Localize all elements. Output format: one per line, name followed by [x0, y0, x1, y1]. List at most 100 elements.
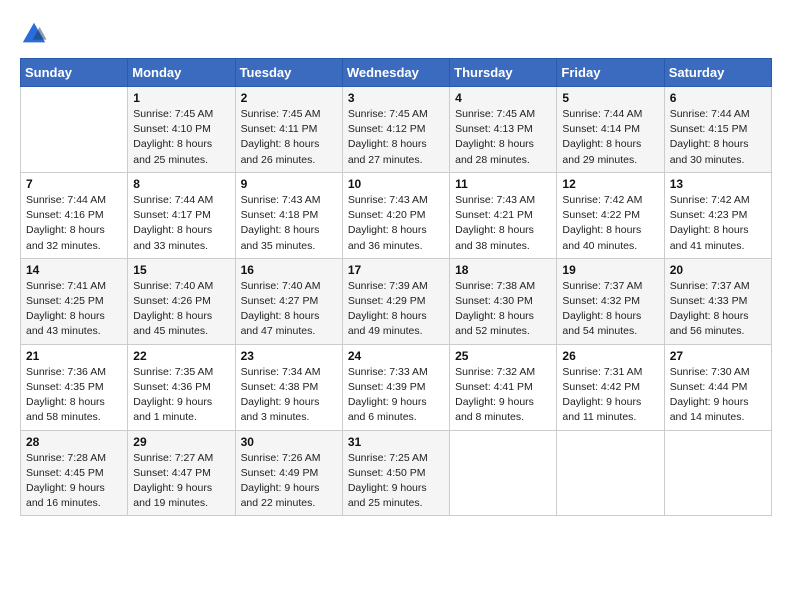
day-info: Sunrise: 7:40 AMSunset: 4:27 PMDaylight:… — [241, 279, 337, 340]
day-number: 30 — [241, 435, 337, 449]
day-info: Sunrise: 7:33 AMSunset: 4:39 PMDaylight:… — [348, 365, 444, 426]
calendar-week-row: 28 Sunrise: 7:28 AMSunset: 4:45 PMDayligh… — [21, 430, 772, 516]
calendar-cell — [557, 430, 664, 516]
day-info: Sunrise: 7:32 AMSunset: 4:41 PMDaylight:… — [455, 365, 551, 426]
day-info: Sunrise: 7:38 AMSunset: 4:30 PMDaylight:… — [455, 279, 551, 340]
day-number: 25 — [455, 349, 551, 363]
calendar-cell: 3 Sunrise: 7:45 AMSunset: 4:12 PMDaylight… — [342, 87, 449, 173]
day-number: 23 — [241, 349, 337, 363]
day-info: Sunrise: 7:39 AMSunset: 4:29 PMDaylight:… — [348, 279, 444, 340]
calendar-header-row: SundayMondayTuesdayWednesdayThursdayFrid… — [21, 59, 772, 87]
calendar-cell: 15Sunrise: 7:40 AMSunset: 4:26 PMDayligh… — [128, 258, 235, 344]
day-info: Sunrise: 7:43 AMSunset: 4:18 PMDaylight:… — [241, 193, 337, 254]
calendar-cell: 30 Sunrise: 7:26 AMSunset: 4:49 PMDayligh… — [235, 430, 342, 516]
calendar-week-row: 14 Sunrise: 7:41 AMSunset: 4:25 PMDayligh… — [21, 258, 772, 344]
calendar-cell: 17 Sunrise: 7:39 AMSunset: 4:29 PMDayligh… — [342, 258, 449, 344]
day-info: Sunrise: 7:44 AMSunset: 4:15 PMDaylight:… — [670, 107, 766, 168]
calendar-cell: 31 Sunrise: 7:25 AMSunset: 4:50 PMDayligh… — [342, 430, 449, 516]
calendar-cell: 23 Sunrise: 7:34 AMSunset: 4:38 PMDayligh… — [235, 344, 342, 430]
day-info: Sunrise: 7:31 AMSunset: 4:42 PMDaylight:… — [562, 365, 658, 426]
calendar-cell: 22 Sunrise: 7:35 AMSunset: 4:36 PMDayligh… — [128, 344, 235, 430]
calendar-header-saturday: Saturday — [664, 59, 771, 87]
day-info: Sunrise: 7:43 AMSunset: 4:21 PMDaylight:… — [455, 193, 551, 254]
calendar-week-row: 1 Sunrise: 7:45 AMSunset: 4:10 PMDaylight… — [21, 87, 772, 173]
day-number: 29 — [133, 435, 229, 449]
day-info: Sunrise: 7:44 AMSunset: 4:17 PMDaylight:… — [133, 193, 229, 254]
calendar-cell: 21Sunrise: 7:36 AMSunset: 4:35 PMDayligh… — [21, 344, 128, 430]
day-number: 6 — [670, 91, 766, 105]
day-info: Sunrise: 7:34 AMSunset: 4:38 PMDaylight:… — [241, 365, 337, 426]
day-info: Sunrise: 7:45 AMSunset: 4:12 PMDaylight:… — [348, 107, 444, 168]
day-number: 5 — [562, 91, 658, 105]
day-info: Sunrise: 7:25 AMSunset: 4:50 PMDaylight:… — [348, 451, 444, 512]
day-number: 15 — [133, 263, 229, 277]
day-info: Sunrise: 7:44 AMSunset: 4:14 PMDaylight:… — [562, 107, 658, 168]
day-info: Sunrise: 7:30 AMSunset: 4:44 PMDaylight:… — [670, 365, 766, 426]
day-number: 27 — [670, 349, 766, 363]
calendar-cell: 12 Sunrise: 7:42 AMSunset: 4:22 PMDayligh… — [557, 172, 664, 258]
calendar-cell: 10Sunrise: 7:43 AMSunset: 4:20 PMDayligh… — [342, 172, 449, 258]
calendar-cell — [450, 430, 557, 516]
day-info: Sunrise: 7:37 AMSunset: 4:33 PMDaylight:… — [670, 279, 766, 340]
day-info: Sunrise: 7:28 AMSunset: 4:45 PMDaylight:… — [26, 451, 122, 512]
day-number: 21 — [26, 349, 122, 363]
day-number: 2 — [241, 91, 337, 105]
day-info: Sunrise: 7:37 AMSunset: 4:32 PMDaylight:… — [562, 279, 658, 340]
day-info: Sunrise: 7:42 AMSunset: 4:22 PMDaylight:… — [562, 193, 658, 254]
calendar-cell: 5 Sunrise: 7:44 AMSunset: 4:14 PMDaylight… — [557, 87, 664, 173]
calendar-cell: 18Sunrise: 7:38 AMSunset: 4:30 PMDayligh… — [450, 258, 557, 344]
day-number: 7 — [26, 177, 122, 191]
day-number: 4 — [455, 91, 551, 105]
calendar-cell: 13Sunrise: 7:42 AMSunset: 4:23 PMDayligh… — [664, 172, 771, 258]
calendar-header-wednesday: Wednesday — [342, 59, 449, 87]
day-info: Sunrise: 7:44 AMSunset: 4:16 PMDaylight:… — [26, 193, 122, 254]
calendar-header-thursday: Thursday — [450, 59, 557, 87]
calendar-cell: 2 Sunrise: 7:45 AMSunset: 4:11 PMDaylight… — [235, 87, 342, 173]
calendar-week-row: 7 Sunrise: 7:44 AMSunset: 4:16 PMDaylight… — [21, 172, 772, 258]
calendar-cell: 16Sunrise: 7:40 AMSunset: 4:27 PMDayligh… — [235, 258, 342, 344]
calendar-cell: 24 Sunrise: 7:33 AMSunset: 4:39 PMDayligh… — [342, 344, 449, 430]
calendar-week-row: 21Sunrise: 7:36 AMSunset: 4:35 PMDayligh… — [21, 344, 772, 430]
calendar-cell: 1 Sunrise: 7:45 AMSunset: 4:10 PMDaylight… — [128, 87, 235, 173]
calendar-cell: 26 Sunrise: 7:31 AMSunset: 4:42 PMDayligh… — [557, 344, 664, 430]
calendar-table: SundayMondayTuesdayWednesdayThursdayFrid… — [20, 58, 772, 516]
day-number: 28 — [26, 435, 122, 449]
calendar-cell: 7 Sunrise: 7:44 AMSunset: 4:16 PMDaylight… — [21, 172, 128, 258]
day-number: 1 — [133, 91, 229, 105]
calendar-cell: 28 Sunrise: 7:28 AMSunset: 4:45 PMDayligh… — [21, 430, 128, 516]
day-number: 26 — [562, 349, 658, 363]
calendar-cell: 20 Sunrise: 7:37 AMSunset: 4:33 PMDayligh… — [664, 258, 771, 344]
calendar-cell: 14 Sunrise: 7:41 AMSunset: 4:25 PMDayligh… — [21, 258, 128, 344]
calendar-cell: 6 Sunrise: 7:44 AMSunset: 4:15 PMDaylight… — [664, 87, 771, 173]
day-number: 17 — [348, 263, 444, 277]
header — [20, 20, 772, 48]
day-number: 31 — [348, 435, 444, 449]
calendar-header-monday: Monday — [128, 59, 235, 87]
logo-icon — [20, 20, 48, 48]
calendar-header-tuesday: Tuesday — [235, 59, 342, 87]
day-info: Sunrise: 7:45 AMSunset: 4:10 PMDaylight:… — [133, 107, 229, 168]
day-number: 10 — [348, 177, 444, 191]
day-info: Sunrise: 7:45 AMSunset: 4:13 PMDaylight:… — [455, 107, 551, 168]
calendar-cell: 19Sunrise: 7:37 AMSunset: 4:32 PMDayligh… — [557, 258, 664, 344]
day-number: 24 — [348, 349, 444, 363]
day-number: 22 — [133, 349, 229, 363]
calendar-cell: 9Sunrise: 7:43 AMSunset: 4:18 PMDaylight… — [235, 172, 342, 258]
calendar-cell: 11 Sunrise: 7:43 AMSunset: 4:21 PMDayligh… — [450, 172, 557, 258]
calendar-cell: 4 Sunrise: 7:45 AMSunset: 4:13 PMDaylight… — [450, 87, 557, 173]
day-info: Sunrise: 7:26 AMSunset: 4:49 PMDaylight:… — [241, 451, 337, 512]
day-info: Sunrise: 7:45 AMSunset: 4:11 PMDaylight:… — [241, 107, 337, 168]
calendar-cell — [21, 87, 128, 173]
day-info: Sunrise: 7:35 AMSunset: 4:36 PMDaylight:… — [133, 365, 229, 426]
calendar-cell: 8Sunrise: 7:44 AMSunset: 4:17 PMDaylight… — [128, 172, 235, 258]
day-number: 12 — [562, 177, 658, 191]
day-info: Sunrise: 7:41 AMSunset: 4:25 PMDaylight:… — [26, 279, 122, 340]
day-number: 11 — [455, 177, 551, 191]
calendar-header-sunday: Sunday — [21, 59, 128, 87]
calendar-cell — [664, 430, 771, 516]
day-info: Sunrise: 7:27 AMSunset: 4:47 PMDaylight:… — [133, 451, 229, 512]
day-number: 3 — [348, 91, 444, 105]
logo — [20, 20, 52, 48]
day-number: 20 — [670, 263, 766, 277]
day-number: 14 — [26, 263, 122, 277]
